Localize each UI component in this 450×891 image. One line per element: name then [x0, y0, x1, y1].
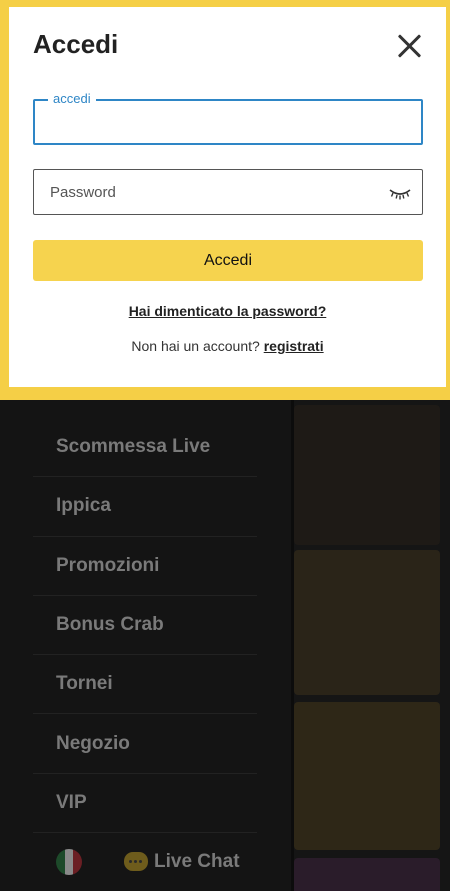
italy-flag-icon[interactable] — [56, 848, 82, 875]
login-submit-button[interactable]: Accedi — [33, 240, 423, 281]
sidebar-item-promozioni[interactable]: Promozioni — [33, 537, 257, 596]
game-tile[interactable] — [294, 550, 440, 695]
username-field[interactable]: accedi — [33, 91, 423, 145]
sidebar-item-label: Negozio — [56, 732, 130, 754]
password-field[interactable] — [33, 169, 423, 215]
modal-title: Accedi — [33, 29, 119, 59]
sidebar-item-bonus-crab[interactable]: Bonus Crab — [33, 596, 257, 656]
sidebar-menu: Scommessa Live Ippica Promozioni Bonus C… — [33, 418, 257, 834]
password-input[interactable] — [34, 170, 422, 214]
game-tile[interactable] — [294, 858, 440, 891]
forgot-password-link[interactable]: Hai dimenticato la password? — [9, 303, 446, 319]
sidebar-item-tornei[interactable]: Tornei — [33, 655, 257, 715]
sidebar-item-ippica[interactable]: Ippica — [33, 477, 257, 537]
live-chat-label: Live Chat — [154, 850, 240, 872]
close-icon[interactable] — [396, 33, 422, 59]
game-tile[interactable] — [294, 405, 440, 545]
sidebar-item-negozio[interactable]: Negozio — [33, 714, 257, 774]
username-input[interactable] — [35, 101, 421, 143]
sidebar-item-label: Scommessa Live — [56, 436, 211, 458]
login-modal: Accedi accedi Accedi Hai dimenticato la … — [9, 7, 446, 387]
sidebar-item-vip[interactable]: VIP — [33, 774, 257, 834]
no-account-text: Non hai un account? — [131, 338, 260, 354]
sidebar-footer: Live Chat — [33, 832, 257, 891]
register-prompt: Non hai un account? registrati — [9, 338, 446, 354]
sidebar-item-label: VIP — [56, 791, 87, 813]
game-tiles — [294, 400, 450, 891]
login-modal-frame: Accedi accedi Accedi Hai dimenticato la … — [0, 0, 450, 400]
game-tile[interactable] — [294, 702, 440, 850]
sidebar-item-label: Bonus Crab — [56, 614, 164, 636]
sidebar-item-label: Promozioni — [56, 554, 160, 576]
chat-bubble-icon — [124, 852, 148, 871]
sidebar-item-scommessa-live[interactable]: Scommessa Live — [33, 418, 257, 478]
sidebar-item-label: Tornei — [56, 673, 113, 695]
username-label: accedi — [48, 91, 96, 106]
register-link[interactable]: registrati — [264, 338, 324, 354]
sidebar-item-label: Ippica — [56, 495, 111, 517]
eye-closed-icon[interactable] — [388, 184, 412, 202]
live-chat-button[interactable]: Live Chat — [124, 851, 240, 873]
